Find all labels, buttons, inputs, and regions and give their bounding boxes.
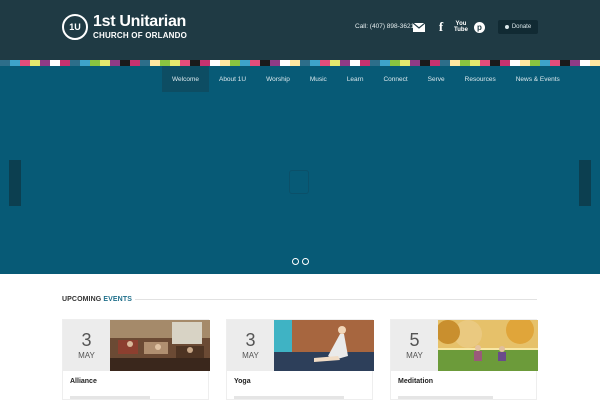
events-heading-prefix: UPCOMING [62,296,102,303]
event-month: MAY [406,351,423,360]
events-heading: UPCOMING EVENTS [62,296,132,303]
event-day: 5 [409,330,420,350]
page: 1U 1st Unitarian CHURCH OF ORLANDO Call:… [0,0,600,400]
slider-dot[interactable] [302,258,309,265]
event-photo[interactable] [110,320,210,371]
event-excerpt [70,396,150,399]
event-card-yoga[interactable]: 3 MAY Yoga [226,319,374,400]
event-card-meditation[interactable]: 5 MAY Meditation [390,319,538,400]
nav-item-worship[interactable]: Worship [256,66,300,92]
event-photo[interactable] [438,320,538,371]
donate-button[interactable]: Donate [498,20,538,34]
nav-item-news-events[interactable]: News & Events [506,66,570,92]
nav-item-resources[interactable]: Resources [455,66,506,92]
nav-item-serve[interactable]: Serve [418,66,455,92]
nav-item-connect[interactable]: Connect [373,66,417,92]
event-date: 3 MAY [227,320,274,371]
event-title[interactable]: Yoga [234,378,251,385]
event-month: MAY [78,351,95,360]
events-heading-accent: EVENTS [103,296,132,303]
event-photo[interactable] [274,320,374,371]
chalice-logo-icon: 1U [62,14,88,40]
event-month: MAY [242,351,259,360]
site-logo[interactable]: 1U 1st Unitarian CHURCH OF ORLANDO [62,14,187,40]
slider-prev-arrow[interactable] [9,160,21,206]
nav-item-music[interactable]: Music [300,66,337,92]
slide-placeholder-icon [289,170,309,194]
hero-slider: Welcome About 1U Worship Music Learn Connect S… [0,66,600,274]
event-card-alliance[interactable]: 3 MAY Alliance [62,319,210,400]
slider-dot[interactable] [292,258,299,265]
event-day: 3 [245,330,256,350]
nav-item-about-1u[interactable]: About 1U [209,66,256,92]
donate-label: Donate [511,24,532,30]
event-day: 3 [81,330,92,350]
main-nav: Welcome About 1U Worship Music Learn Connect S… [162,66,570,92]
event-title[interactable]: Alliance [70,378,97,385]
envelope-icon[interactable] [412,20,426,34]
event-excerpt [234,396,344,399]
pinterest-icon[interactable]: p [474,22,485,33]
event-excerpt [398,396,493,399]
logo-subtitle: CHURCH OF ORLANDO [93,31,188,40]
logo-text: 1st Unitarian CHURCH OF ORLANDO [93,14,187,40]
slider-dots [292,258,309,265]
event-title[interactable]: Meditation [398,378,433,385]
events-divider [135,299,537,300]
donate-icon [504,25,509,29]
slider-next-arrow[interactable] [579,160,591,206]
youtube-icon[interactable]: You Tube [454,20,468,34]
phone-contact[interactable]: Call: (407) 898-3621 [355,23,414,30]
nav-item-welcome[interactable]: Welcome [162,66,209,92]
nav-item-learn[interactable]: Learn [337,66,374,92]
event-date: 5 MAY [391,320,438,371]
logo-title: 1st Unitarian [93,13,187,30]
event-date: 3 MAY [63,320,110,371]
site-header: 1U 1st Unitarian CHURCH OF ORLANDO Call:… [0,0,600,60]
facebook-icon[interactable]: f [434,19,448,34]
